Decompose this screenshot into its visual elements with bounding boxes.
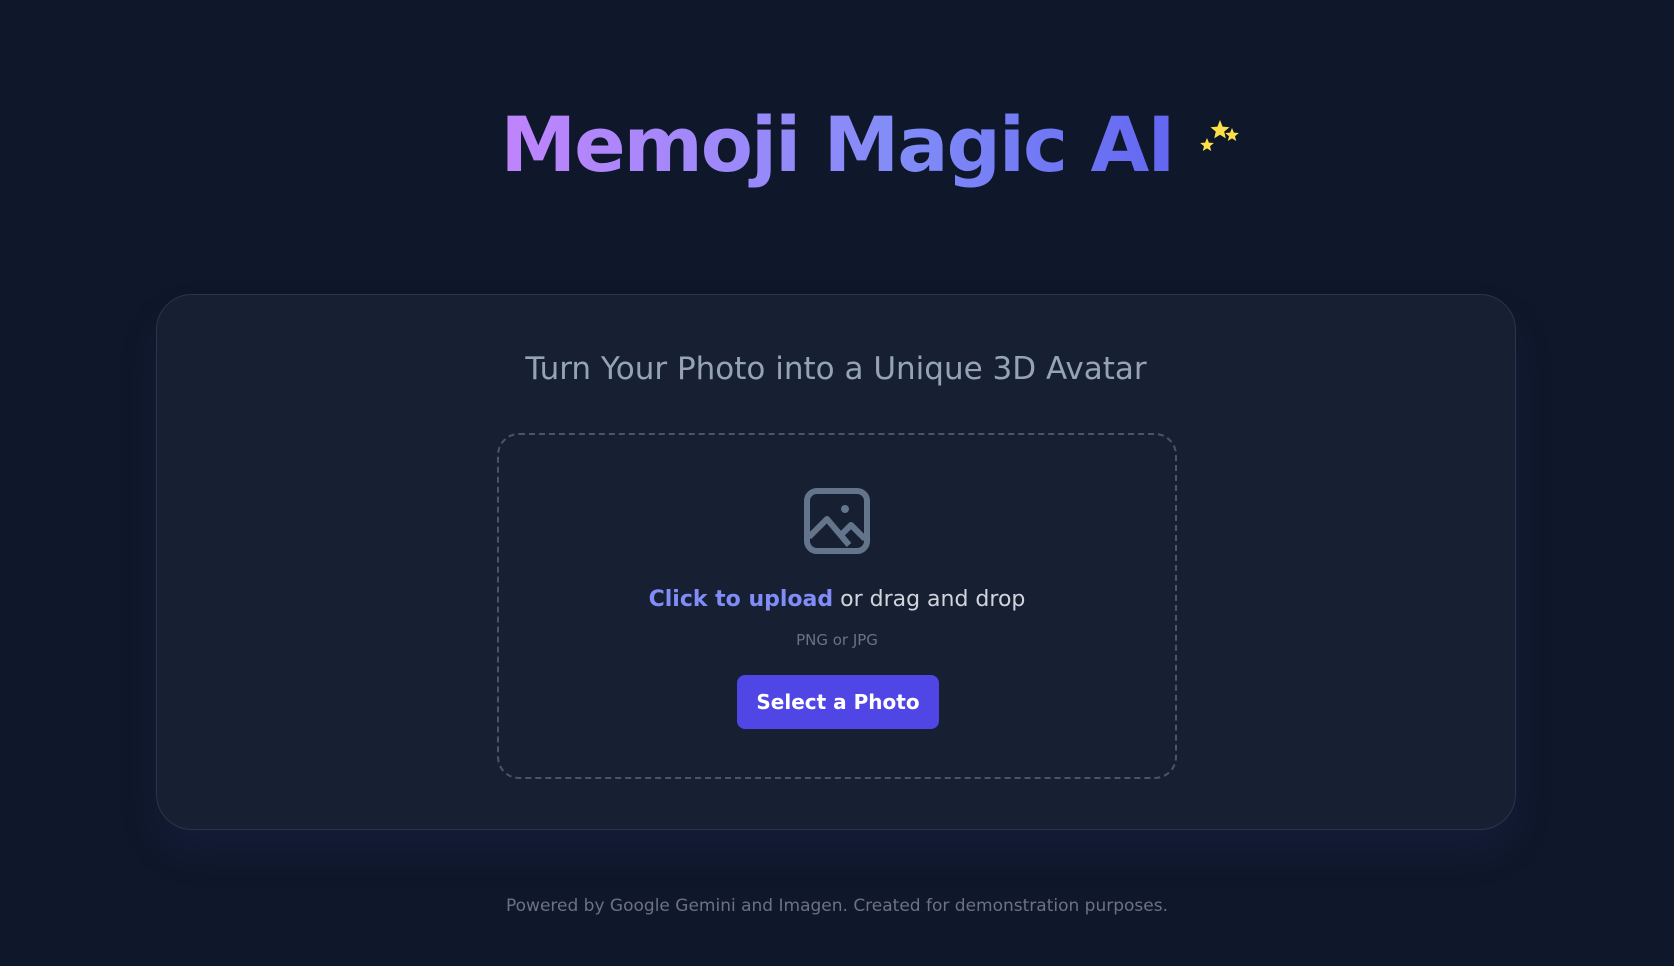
drag-drop-text: or drag and drop bbox=[833, 587, 1026, 612]
card-subtitle: Turn Your Photo into a Unique 3D Avatar bbox=[525, 351, 1147, 387]
accepted-formats: PNG or JPG bbox=[796, 631, 878, 649]
select-photo-button[interactable]: Select a Photo bbox=[737, 675, 939, 729]
page: Memoji Magic AI Turn Your Photo into a U… bbox=[0, 0, 1674, 966]
photo-dropzone[interactable]: Click to upload or drag and drop PNG or … bbox=[497, 433, 1177, 779]
upload-instructions: Click to upload or drag and drop bbox=[499, 587, 1175, 612]
image-icon bbox=[804, 488, 870, 554]
upload-card: Turn Your Photo into a Unique 3D Avatar … bbox=[156, 294, 1516, 830]
click-to-upload-link[interactable]: Click to upload bbox=[649, 587, 834, 612]
footer-text: Powered by Google Gemini and Imagen. Cre… bbox=[506, 896, 1168, 916]
header: Memoji Magic AI bbox=[0, 90, 1674, 200]
app-title: Memoji Magic AI bbox=[500, 90, 1175, 200]
sparkles-icon bbox=[1200, 120, 1239, 151]
